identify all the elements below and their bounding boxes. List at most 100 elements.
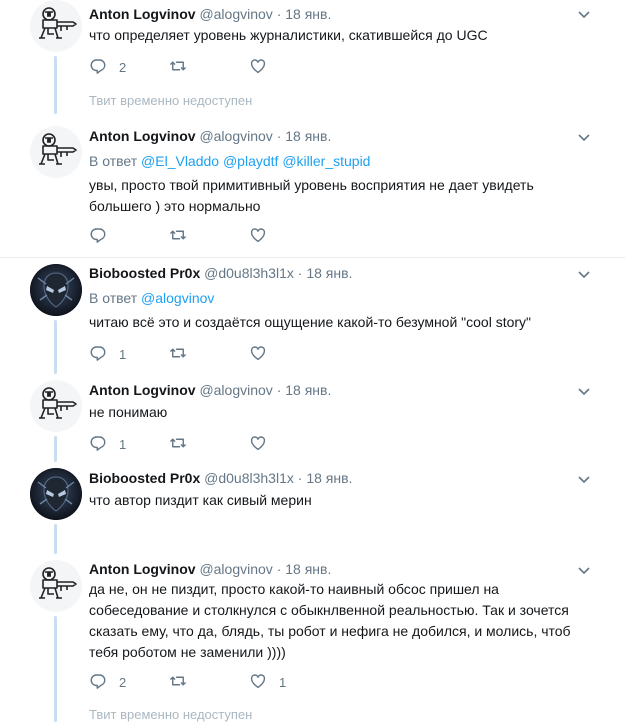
heart-icon — [249, 57, 267, 78]
tweet-actions: 2 1 — [89, 672, 389, 694]
like-button[interactable] — [249, 57, 279, 77]
chevron-down-icon[interactable] — [578, 131, 590, 145]
avatar[interactable] — [30, 560, 82, 612]
user-name[interactable]: Anton Logvinov — [89, 382, 196, 398]
avatar[interactable] — [30, 264, 82, 316]
tweet-date[interactable]: 18 янв. — [285, 128, 331, 144]
like-button[interactable] — [249, 344, 279, 364]
like-button[interactable]: 1 — [249, 672, 286, 692]
tweet-date[interactable]: 18 янв. — [285, 6, 331, 22]
reply-count: 1 — [119, 436, 127, 452]
separator: · — [276, 128, 282, 144]
reply-mention[interactable]: @playdtf — [223, 153, 278, 169]
tweet-date[interactable]: 18 янв. — [306, 470, 352, 486]
reply-context: В ответ @El_Vladdo @playdtf @killer_stup… — [89, 153, 370, 169]
reply-context: В ответ @alogvinov — [89, 290, 214, 306]
unavailable-notice: Твит временно недоступен — [89, 707, 253, 722]
reply-icon — [89, 344, 107, 365]
user-name[interactable]: Bioboosted Pr0x — [89, 470, 200, 486]
tweet[interactable]: Bioboosted Pr0x @d0u8l3h3l1x · 18 янв. В… — [0, 258, 625, 374]
retweet-button[interactable] — [169, 672, 199, 692]
retweet-button[interactable] — [169, 434, 199, 454]
chevron-down-icon[interactable] — [578, 473, 590, 487]
user-handle[interactable]: @d0u8l3h3l1x — [204, 265, 294, 281]
like-button[interactable] — [249, 434, 279, 454]
reply-mention[interactable]: @killer_stupid — [282, 153, 370, 169]
tweet-header: Anton Logvinov @alogvinov · 18 янв. — [89, 128, 331, 144]
reply-prefix: В ответ — [89, 153, 138, 169]
tweet[interactable]: Anton Logvinov @alogvinov · 18 янв. да н… — [0, 554, 625, 722]
reply-count: 2 — [119, 674, 127, 690]
tweet-text: что определяет уровень журналистики, ска… — [89, 27, 488, 43]
reply-icon — [89, 57, 107, 78]
tweet-text: не понимаю — [89, 404, 168, 420]
reply-icon — [89, 672, 107, 693]
reply-icon — [89, 434, 107, 455]
user-name[interactable]: Anton Logvinov — [89, 561, 196, 577]
reply-count: 2 — [119, 59, 127, 75]
reply-button[interactable] — [89, 226, 119, 246]
retweet-icon — [169, 434, 187, 455]
tweet-text: увы, просто твой примитивный уровень вос… — [89, 177, 534, 214]
retweet-button[interactable] — [169, 344, 199, 364]
thread-line — [54, 524, 57, 554]
heart-icon — [249, 434, 267, 455]
unavailable-notice: Твит временно недоступен — [89, 93, 253, 108]
tweet-header: Anton Logvinov @alogvinov · 18 янв. — [89, 382, 331, 398]
reply-mention[interactable]: @El_Vladdo — [141, 153, 219, 169]
user-handle[interactable]: @alogvinov — [199, 382, 272, 398]
tweet[interactable]: Anton Logvinov @alogvinov · 18 янв. В от… — [0, 120, 625, 258]
retweet-icon — [169, 344, 187, 365]
tweet-actions: 2 — [89, 57, 389, 79]
tweet-header: Bioboosted Pr0x @d0u8l3h3l1x · 18 янв. — [89, 265, 352, 281]
separator: · — [276, 6, 282, 22]
reply-button[interactable]: 2 — [89, 57, 126, 77]
tweet[interactable]: Bioboosted Pr0x @d0u8l3h3l1x · 18 янв. ч… — [0, 462, 625, 554]
tweet-actions — [89, 226, 389, 248]
avatar[interactable] — [30, 380, 82, 432]
tweet-header: Bioboosted Pr0x @d0u8l3h3l1x · 18 янв. — [89, 470, 352, 486]
retweet-button[interactable] — [169, 226, 199, 246]
chevron-down-icon[interactable] — [578, 564, 590, 578]
reply-button[interactable]: 1 — [89, 344, 126, 364]
reply-button[interactable]: 2 — [89, 672, 126, 692]
retweet-icon — [169, 226, 187, 247]
user-handle[interactable]: @d0u8l3h3l1x — [204, 470, 294, 486]
reply-count: 1 — [119, 346, 127, 362]
tweet-date[interactable]: 18 янв. — [285, 382, 331, 398]
tweet-header: Anton Logvinov @alogvinov · 18 янв. — [89, 6, 331, 22]
avatar[interactable] — [30, 0, 82, 52]
avatar[interactable] — [30, 468, 82, 520]
heart-icon — [249, 226, 267, 247]
separator: · — [276, 561, 282, 577]
user-name[interactable]: Anton Logvinov — [89, 6, 196, 22]
heart-icon — [249, 344, 267, 365]
tweet-header: Anton Logvinov @alogvinov · 18 янв. — [89, 561, 331, 577]
user-handle[interactable]: @alogvinov — [199, 561, 272, 577]
heart-icon — [249, 672, 267, 693]
reply-mention[interactable]: @alogvinov — [141, 290, 214, 306]
tweet[interactable]: Anton Logvinov @alogvinov · 18 янв. не п… — [0, 374, 625, 462]
like-button[interactable] — [249, 226, 279, 246]
reply-prefix: В ответ — [89, 290, 138, 306]
chevron-down-icon[interactable] — [578, 385, 590, 399]
separator: · — [297, 265, 303, 281]
avatar[interactable] — [30, 126, 82, 178]
reply-icon — [89, 226, 107, 247]
chevron-down-icon[interactable] — [578, 268, 590, 282]
user-handle[interactable]: @alogvinov — [199, 128, 272, 144]
tweet-date[interactable]: 18 янв. — [306, 265, 352, 281]
user-name[interactable]: Bioboosted Pr0x — [89, 265, 200, 281]
retweet-button[interactable] — [169, 57, 199, 77]
user-name[interactable]: Anton Logvinov — [89, 128, 196, 144]
thread-line — [54, 56, 57, 114]
reply-button[interactable]: 1 — [89, 434, 126, 454]
tweet-text: читаю всё это и создаётся ощущение какой… — [89, 314, 532, 330]
chevron-down-icon[interactable] — [578, 8, 590, 22]
tweet-actions: 1 — [89, 344, 389, 366]
separator: · — [276, 382, 282, 398]
thread-line — [54, 616, 57, 722]
tweet-date[interactable]: 18 янв. — [285, 561, 331, 577]
user-handle[interactable]: @alogvinov — [199, 6, 272, 22]
tweet[interactable]: Anton Logvinov @alogvinov · 18 янв. что … — [0, 0, 625, 120]
